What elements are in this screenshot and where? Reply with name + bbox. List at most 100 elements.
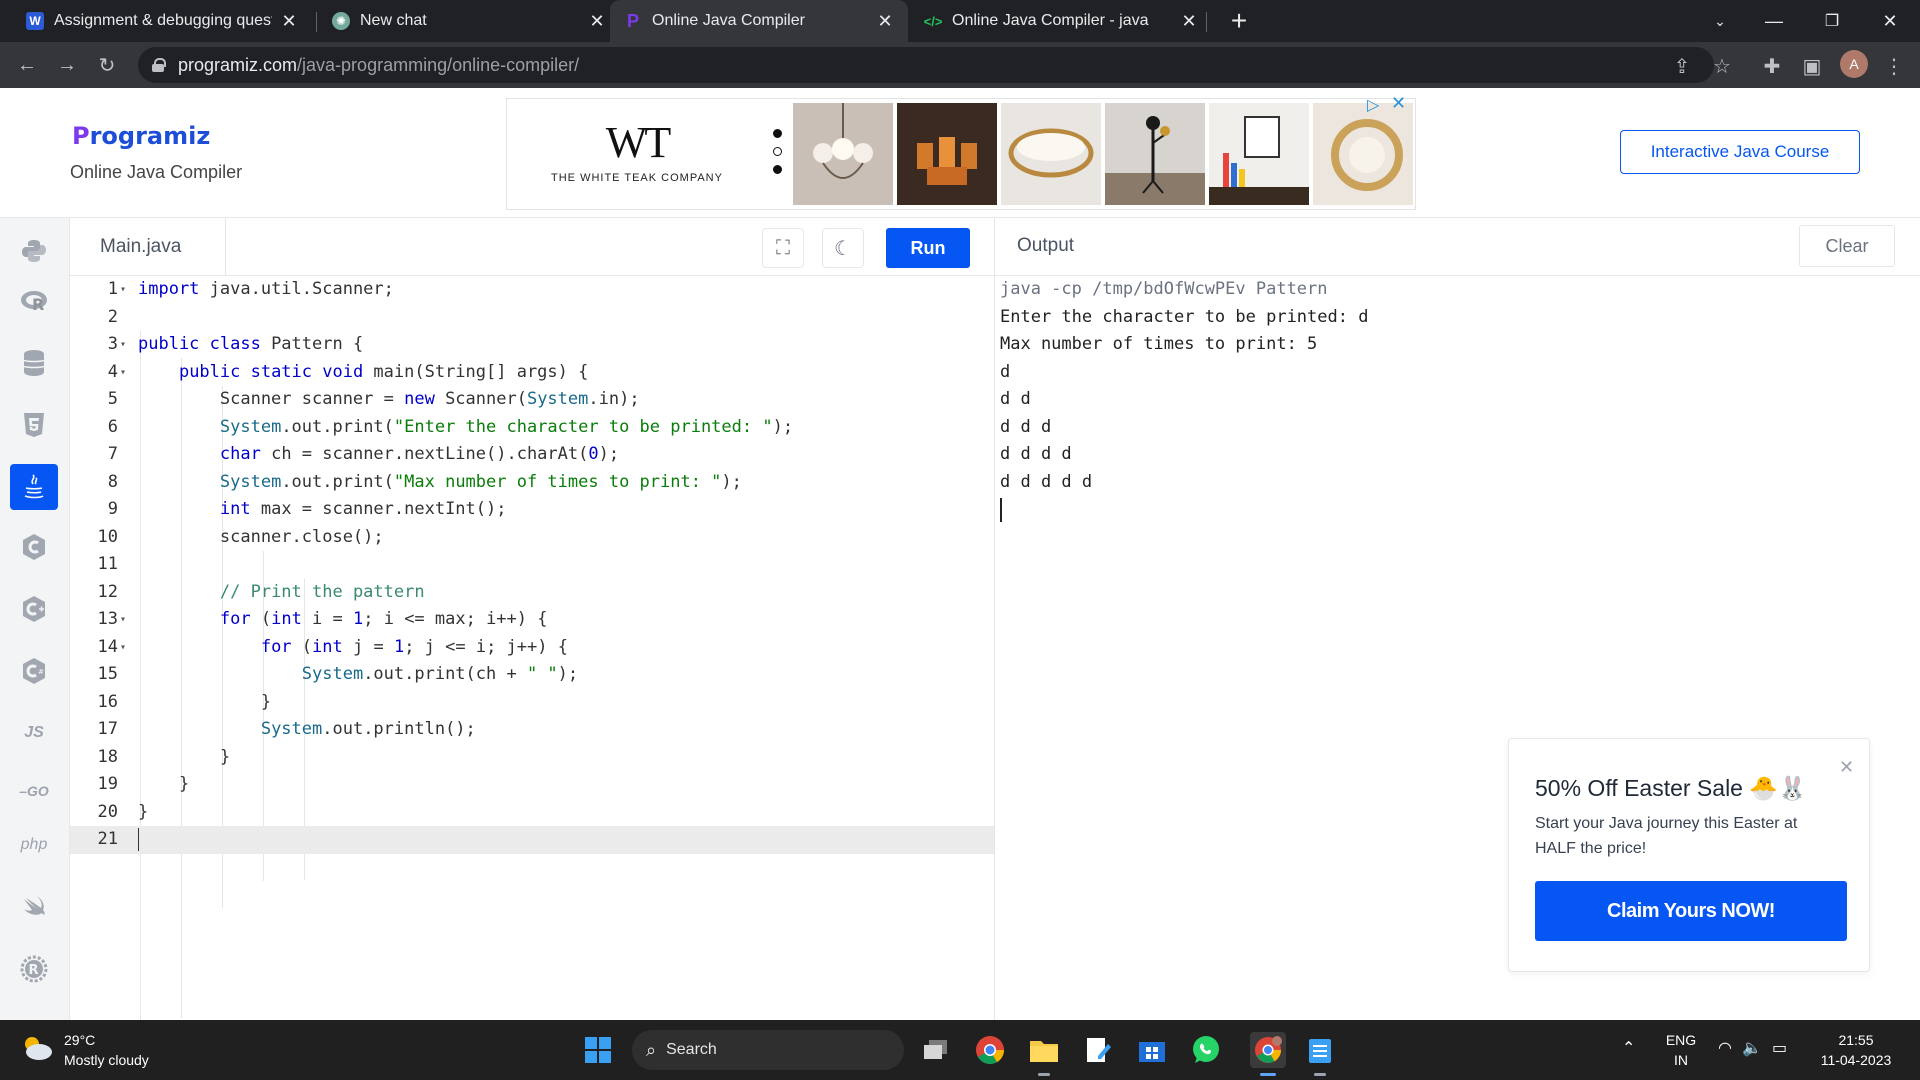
address-bar[interactable]: programiz.com/java-programming/online-co…: [138, 47, 1714, 83]
code-line: 9 int max = scanner.nextInt();: [107, 499, 507, 519]
csharp-icon[interactable]: #: [10, 648, 58, 694]
code-line: 10 scanner.close();: [97, 526, 384, 547]
windows-start-icon[interactable]: [580, 1032, 616, 1068]
close-icon[interactable]: ✕: [1180, 11, 1198, 32]
notes-icon[interactable]: [1302, 1032, 1338, 1076]
code-line: 1 ▾ import java.util.Scanner;: [107, 279, 394, 299]
share-icon[interactable]: ⇪: [1668, 52, 1696, 80]
microsoft-store-icon[interactable]: [1134, 1032, 1170, 1068]
clear-button[interactable]: Clear: [1799, 225, 1895, 267]
current-code-line: 21: [70, 826, 994, 854]
battery-icon[interactable]: ▭: [1772, 1038, 1787, 1058]
taskbar-search[interactable]: ⌕ Search: [632, 1030, 904, 1070]
windows-taskbar: 29°C Mostly cloudy ⌕ Search ⌃ ENG IN ◠ 🔈 …: [0, 1020, 1920, 1080]
tab-search-icon[interactable]: ⌄: [1692, 0, 1748, 42]
tab-online-java-compiler-java[interactable]: </> Online Java Compiler - java ✕: [910, 0, 1212, 42]
language-sidebar: R # JS –GO php R: [0, 218, 70, 1020]
code-line: 3 ▾ public class Pattern {: [107, 334, 364, 354]
code-icon: </>: [923, 13, 943, 29]
output-line: d: [1000, 361, 1011, 382]
run-button[interactable]: Run: [886, 228, 970, 268]
code-line: 16 }: [97, 691, 272, 712]
tab-new-chat[interactable]: ✺ New chat ✕: [318, 0, 620, 42]
python-icon[interactable]: [10, 228, 58, 274]
window-close-button[interactable]: ✕: [1862, 0, 1918, 42]
adchoices-icon[interactable]: ▷: [1367, 95, 1379, 115]
lock-icon: [152, 58, 166, 72]
code-line: 13 ▾ for (int i = 1; i <= max; i++) {: [97, 609, 548, 629]
dark-mode-moon-icon[interactable]: ☾: [822, 228, 864, 268]
clock[interactable]: 21:55 11-04-2023: [1812, 1020, 1900, 1070]
show-hidden-icons-chevron-icon[interactable]: ⌃: [1622, 1038, 1635, 1058]
chatgpt-icon: ✺: [332, 12, 350, 30]
ad-brand: WT THE WHITE TEAK COMPANY: [547, 117, 727, 184]
code-line: 20}: [97, 801, 149, 822]
forward-icon[interactable]: →: [52, 50, 82, 80]
c-icon[interactable]: [10, 524, 58, 570]
tab-online-java-compiler[interactable]: P Online Java Compiler ✕: [610, 0, 908, 42]
bookmark-star-icon[interactable]: ☆: [1708, 52, 1736, 80]
cloudy-weather-icon[interactable]: [20, 1034, 54, 1062]
advertisement-banner[interactable]: WT THE WHITE TEAK COMPANY ▷ ✕: [506, 93, 1416, 210]
wifi-icon[interactable]: ◠: [1718, 1038, 1732, 1058]
code-line: 4 ▾ public static void main(String[] args…: [107, 361, 589, 382]
fullscreen-icon[interactable]: ⛶: [762, 228, 804, 268]
chrome-profile-icon[interactable]: [1250, 1032, 1286, 1076]
tab-title: New chat: [360, 12, 427, 29]
sql-database-icon[interactable]: [10, 340, 58, 386]
go-icon[interactable]: –GO: [10, 768, 58, 814]
ad-carousel-dots: [773, 129, 783, 183]
programiz-icon: P: [626, 10, 639, 31]
code-line: 15 System.out.print(ch + " ");: [97, 664, 579, 684]
output-line: java -cp /tmp/bdOfWcwPEv Pattern: [1000, 279, 1328, 299]
text-cursor: [138, 828, 139, 851]
cpp-icon[interactable]: [10, 586, 58, 632]
javascript-icon[interactable]: JS: [10, 710, 58, 756]
interactive-java-course-button[interactable]: Interactive Java Course: [1620, 130, 1860, 174]
swift-icon[interactable]: [10, 884, 58, 930]
side-panel-icon[interactable]: ▣: [1798, 52, 1826, 80]
volume-muted-icon[interactable]: 🔈: [1742, 1038, 1762, 1058]
output-console[interactable]: java -cp /tmp/bdOfWcwPEv Pattern Enter t…: [1000, 276, 1900, 522]
close-icon[interactable]: ✕: [876, 11, 894, 32]
chick-emoji-icon: 🐣: [1749, 775, 1778, 801]
notepad-edit-icon[interactable]: [1080, 1032, 1116, 1068]
menu-icon[interactable]: ⋮: [1880, 52, 1908, 80]
ad-product-image: [897, 103, 997, 205]
new-tab-button[interactable]: +: [1222, 4, 1256, 38]
php-icon[interactable]: php: [10, 822, 58, 868]
code-editor[interactable]: 1 ▾ import java.util.Scanner; 2 3 ▾ public c…: [70, 276, 994, 1046]
task-view-icon[interactable]: [918, 1032, 954, 1068]
file-explorer-icon[interactable]: [1026, 1032, 1062, 1076]
output-title: Output: [1017, 235, 1075, 256]
tab-assignment[interactable]: W Assignment & debugging questi ✕: [12, 0, 312, 42]
restore-button[interactable]: ❐: [1804, 0, 1860, 42]
java-icon[interactable]: [10, 464, 58, 510]
whatsapp-icon[interactable]: [1188, 1032, 1224, 1068]
rust-icon[interactable]: R: [10, 946, 58, 992]
extensions-icon[interactable]: ✚: [1758, 52, 1786, 80]
code-line: 14 ▾ for (int j = 1; j <= i; j++) {: [97, 636, 568, 657]
html5-icon[interactable]: [10, 402, 58, 448]
minimize-button[interactable]: —: [1746, 0, 1802, 42]
close-icon[interactable]: ✕: [1839, 757, 1854, 778]
browser-tab-strip: W Assignment & debugging questi ✕ ✺ New …: [0, 0, 1920, 42]
file-tab-main-java[interactable]: Main.java: [70, 218, 226, 276]
code-line: 18 }: [97, 746, 231, 767]
weather-temperature: 29°C: [64, 1032, 96, 1048]
close-icon[interactable]: ✕: [280, 11, 298, 32]
url-host: programiz.com: [178, 54, 298, 75]
close-icon[interactable]: ✕: [588, 11, 606, 32]
language-indicator[interactable]: ENG IN: [1664, 1020, 1698, 1070]
site-header: Programiz Online Java Compiler WT THE WH…: [0, 88, 1920, 218]
ad-close-icon[interactable]: ✕: [1391, 93, 1406, 114]
claim-yours-now-button[interactable]: Claim Yours NOW!: [1535, 881, 1847, 941]
code-line: 11: [97, 554, 118, 574]
reload-icon[interactable]: ↻: [92, 50, 122, 80]
chrome-icon[interactable]: [972, 1032, 1008, 1068]
output-line: d d d: [1000, 416, 1052, 437]
r-icon[interactable]: R: [10, 278, 58, 324]
profile-avatar[interactable]: A: [1840, 50, 1868, 78]
back-icon[interactable]: ←: [12, 50, 42, 80]
programiz-logo[interactable]: Programiz: [72, 122, 210, 150]
